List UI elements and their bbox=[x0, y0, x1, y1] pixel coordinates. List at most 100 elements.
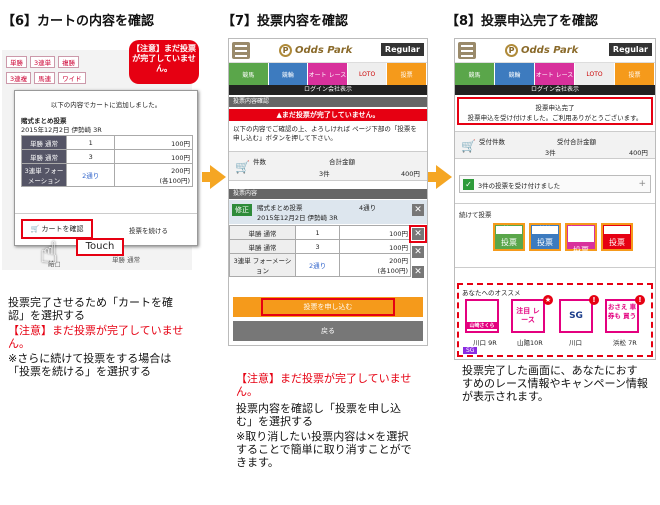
bet-num: 2通り bbox=[294, 253, 341, 277]
bet-num: 1 bbox=[294, 225, 341, 240]
menu-icon[interactable] bbox=[232, 42, 250, 59]
star-badge-icon: ★ bbox=[543, 295, 553, 305]
edit-tag[interactable]: 修正 bbox=[232, 204, 252, 216]
s8-desc: 投票完了した画面に、あなたにおすすめのレース情報やキャンペーン情報が表示されます… bbox=[462, 364, 648, 403]
nav-tabs: 競馬 競輪 オート レース LOTO 投票 bbox=[455, 63, 655, 85]
vote-auto-button[interactable]: オート レース 投票 bbox=[565, 223, 597, 255]
alert-badge-icon: ! bbox=[635, 295, 645, 305]
app-header: P Odds Park Regular bbox=[455, 39, 655, 63]
confirm-bar: 投票内容確認 bbox=[229, 97, 427, 107]
notice-bubble: 【注意】まだ投票が完了していません。 bbox=[129, 40, 199, 84]
tab-loto[interactable]: LOTO bbox=[575, 63, 615, 85]
submit-highlight bbox=[261, 298, 395, 316]
race-date: 2015年12月2日 伊勢崎 3R bbox=[257, 214, 338, 222]
arrow-right-icon bbox=[436, 165, 452, 189]
accept-count-label: 受付件数 bbox=[479, 138, 505, 146]
filter-chip[interactable]: 単勝 bbox=[6, 56, 27, 68]
vote-keiba-button[interactable]: 競馬 投票 bbox=[493, 223, 525, 251]
bet-amount: 200円 bbox=[171, 167, 190, 175]
pointing-hand-icon: ☝ bbox=[40, 236, 59, 271]
cart-icon: 🛒 bbox=[235, 160, 250, 174]
filter-chip[interactable]: 複勝 bbox=[58, 56, 80, 68]
rec-sub: 浜松 7R bbox=[613, 339, 637, 347]
bet-num: 3 bbox=[294, 239, 341, 254]
expand-icon: + bbox=[638, 179, 646, 189]
s7-desc-3: ※取り消したい投票内容は×を選択することで簡単に取り消すことができます。 bbox=[236, 430, 412, 469]
race-name: 賭式まとめ投票 bbox=[257, 204, 303, 212]
vote-btn-label: 競輪 bbox=[532, 226, 558, 234]
continue-voting-button[interactable]: 投票を続ける bbox=[129, 225, 168, 235]
menu-icon[interactable] bbox=[458, 42, 476, 59]
rec-card-player[interactable]: 山崎さくら bbox=[465, 299, 499, 333]
cart-table: 単勝 通常 1 100円 単勝 通常 3 100円 3連単 フォーメーション 2… bbox=[21, 135, 193, 187]
s7-desc-2: 投票内容を確認し「投票を申し込む」を選択する bbox=[236, 402, 401, 428]
nav-tabs: 競馬 競輪 オート レース LOTO 投票 bbox=[229, 63, 427, 85]
tab-auto[interactable]: オート レース bbox=[535, 63, 575, 85]
continue-label: 続けて投票 bbox=[459, 211, 492, 219]
table-row: 3連単 フォーメーション 2通り 200円 (各100円) bbox=[21, 163, 193, 187]
recommend-title: あなたへのオススメ bbox=[462, 289, 521, 297]
vote-keirin-button[interactable]: 競輪 投票 bbox=[529, 223, 561, 251]
s6-desc-1: 投票完了させるため「カートを確認」を選択する bbox=[8, 296, 173, 322]
tab-keiba[interactable]: 競馬 bbox=[455, 63, 495, 85]
vote-btn-sub: 投票 bbox=[501, 238, 517, 247]
rec-label: おさえ 車券も 買う bbox=[607, 303, 637, 320]
bet-type: 単勝 通常 bbox=[229, 225, 296, 240]
app-header: P Odds Park Regular bbox=[229, 39, 427, 63]
rec-sub: 川口 bbox=[569, 339, 582, 347]
vote-table: 単勝 通常 1 100円 単勝 通常 3 100円 3連単 フォーメーション 2… bbox=[229, 225, 411, 277]
vote-btn-sub: 投票 bbox=[537, 238, 553, 247]
race-header: 修正 賭式まとめ投票 4通り 2015年12月2日 伊勢崎 3R ✕ bbox=[229, 200, 427, 224]
bet-num: 2通り bbox=[65, 163, 116, 187]
tab-keirin[interactable]: 競輪 bbox=[495, 63, 535, 85]
delete-icon[interactable]: ✕ bbox=[412, 266, 424, 278]
rec-card-race[interactable]: 注目 レース bbox=[511, 299, 545, 333]
s6-desc-2: 【注意】まだ投票が完了していません。 bbox=[8, 324, 184, 350]
filter-chip[interactable]: 3連単 bbox=[30, 56, 56, 68]
rec-card-sg[interactable]: SG bbox=[559, 299, 593, 333]
rec-sub: 山陽10R bbox=[517, 339, 543, 347]
tab-loto[interactable]: LOTO bbox=[347, 63, 388, 85]
delete-icon[interactable]: ✕ bbox=[412, 228, 424, 240]
instruction-text: 以下の内容でご確認の上、よろしければ ページ下部の「投票を申し込む」ボタンを押し… bbox=[233, 125, 417, 142]
bet-type: 単勝 通常 bbox=[21, 149, 67, 164]
bet-sub: (各100円) bbox=[377, 267, 408, 275]
rec-card-campaign[interactable]: おさえ 車券も 買う bbox=[605, 299, 639, 333]
table-row: 単勝 通常 1 100円 bbox=[229, 225, 411, 240]
total-label: 合計金額 bbox=[329, 158, 355, 166]
rec-label: 注目 レース bbox=[516, 307, 540, 324]
login-bar: ログイン会社表示 bbox=[229, 85, 427, 95]
rec-label: SG bbox=[569, 311, 583, 321]
count-label: 件数 bbox=[253, 158, 266, 166]
bet-num: 1 bbox=[65, 135, 116, 150]
bet-amount-cell: 200円 (各100円) bbox=[339, 253, 411, 277]
filter-chip[interactable]: 3連複 bbox=[6, 72, 32, 84]
rec-sub: 川口 9R bbox=[473, 339, 497, 347]
s6-desc-3: ※さらに続けて投票をする場合は「投票を続ける」を選択する bbox=[8, 352, 172, 378]
tab-keiba[interactable]: 競馬 bbox=[229, 63, 269, 85]
recommend-box: あなたへのオススメ 山崎さくら 注目 レース SG おさえ 車券も 買う ★ !… bbox=[457, 283, 653, 357]
cart-icon: 🛒 bbox=[30, 225, 40, 233]
race-date: 2015年12月2日 伊勢崎 3R bbox=[21, 126, 102, 134]
bet-sub: (各100円) bbox=[159, 177, 190, 185]
touch-label: Touch bbox=[76, 238, 124, 256]
delete-icon[interactable]: ✕ bbox=[412, 204, 424, 216]
app-logo: P Odds Park bbox=[279, 44, 352, 57]
total-value: 400円 bbox=[401, 170, 420, 178]
section-8-title: 【8】投票申込完了を確認 bbox=[446, 14, 599, 29]
tab-keirin[interactable]: 競輪 bbox=[268, 63, 309, 85]
app-logo: P Odds Park bbox=[505, 44, 578, 57]
bet-type: 単勝 通常 bbox=[21, 135, 67, 150]
accepted-row[interactable]: ✓ 3件の投票を受け付けました + bbox=[459, 175, 651, 193]
s6-filter-row: 単勝 3連単 複勝 bbox=[6, 56, 80, 68]
filter-chip[interactable]: ワイド bbox=[58, 72, 86, 84]
tab-vote[interactable]: 投票 bbox=[387, 63, 427, 85]
tab-vote[interactable]: 投票 bbox=[615, 63, 655, 85]
back-button[interactable]: 戻る bbox=[233, 321, 423, 341]
bet-amount: 100円 bbox=[339, 225, 411, 240]
vote-loto-button[interactable]: LOTO 投票 bbox=[601, 223, 633, 251]
delete-icon[interactable]: ✕ bbox=[412, 246, 424, 258]
tab-auto[interactable]: オート レース bbox=[308, 63, 348, 85]
submit-vote-button[interactable]: 投票を申し込む bbox=[233, 297, 423, 317]
filter-chip[interactable]: 馬連 bbox=[34, 72, 56, 84]
